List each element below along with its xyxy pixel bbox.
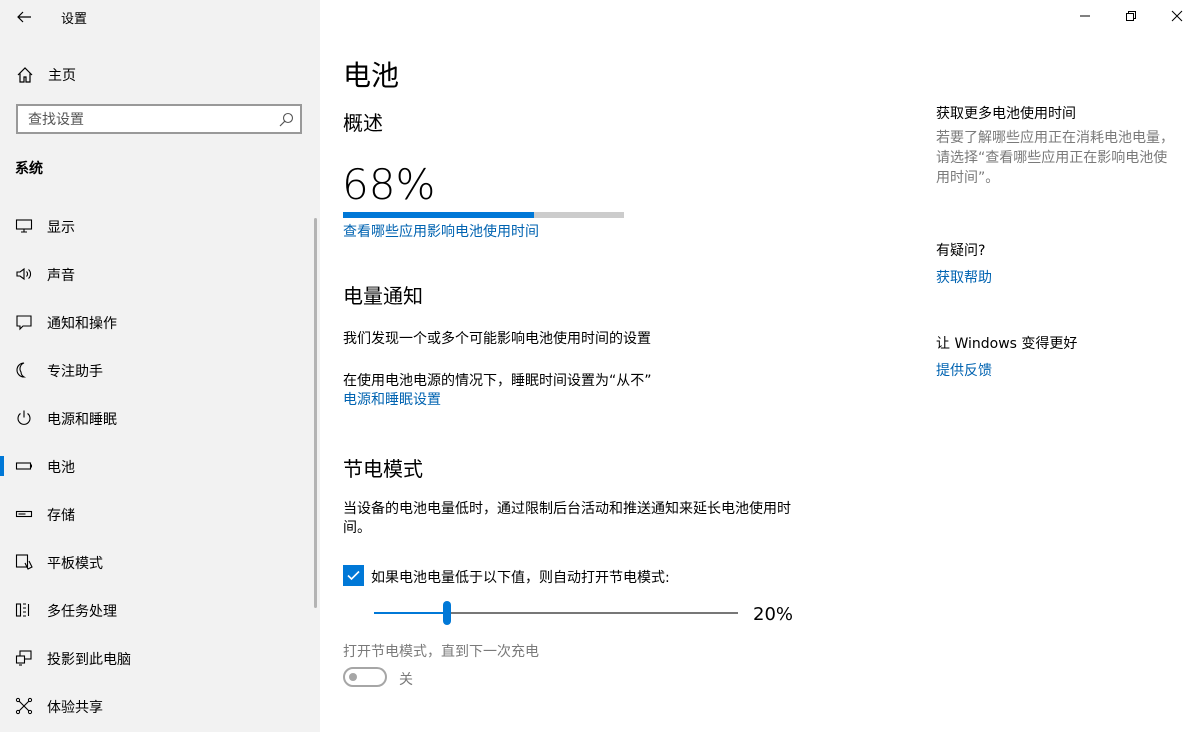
slider-fill	[374, 612, 447, 614]
sidebar-item-label: 体验共享	[47, 700, 103, 716]
search-box[interactable]	[16, 104, 302, 134]
display-icon	[15, 219, 33, 233]
question-title: 有疑问?	[936, 243, 986, 259]
home-nav-item[interactable]: 主页	[0, 60, 320, 88]
slider-value: 20%	[753, 604, 794, 625]
saver-toggle-caption: 打开节电模式，直到下一次充电	[343, 644, 539, 660]
app-title: 设置	[61, 12, 88, 27]
notification-line-2: 在使用电池电源的情况下，睡眠时间设置为“从不”	[343, 373, 652, 389]
sidebar-item-multitasking[interactable]: 多任务处理	[0, 586, 320, 634]
sidebar-item-storage[interactable]: 存储	[0, 490, 320, 538]
sidebar: 设置 主页 系统 显示 声音	[0, 0, 320, 732]
battery-icon	[15, 462, 32, 470]
sidebar-item-projecting[interactable]: 投影到此电脑	[0, 634, 320, 682]
storage-icon	[15, 510, 33, 518]
sidebar-item-label: 显示	[47, 220, 75, 236]
section-title: 系统	[15, 161, 43, 177]
sidebar-item-focus-assist[interactable]: 专注助手	[0, 346, 320, 394]
active-indicator	[0, 456, 4, 476]
sidebar-item-sound[interactable]: 声音	[0, 250, 320, 298]
sidebar-item-notifications[interactable]: 通知和操作	[0, 298, 320, 346]
more-battery-title: 获取更多电池使用时间	[936, 106, 1076, 122]
notification-icon	[16, 315, 32, 331]
sidebar-item-power-sleep[interactable]: 电源和睡眠	[0, 394, 320, 442]
toggle-knob	[349, 673, 357, 681]
sidebar-item-tablet-mode[interactable]: 平板模式	[0, 538, 320, 586]
sound-icon	[16, 267, 31, 281]
sidebar-item-label: 专注助手	[47, 364, 103, 380]
power-sleep-link[interactable]: 电源和睡眠设置	[343, 389, 441, 409]
saver-threshold-slider[interactable]	[374, 601, 738, 625]
sidebar-item-battery[interactable]: 电池	[0, 442, 320, 490]
search-icon[interactable]	[278, 112, 294, 128]
sidebar-item-shared-experiences[interactable]: 体验共享	[0, 682, 320, 730]
back-arrow-icon	[17, 11, 31, 23]
notification-line-1: 我们发现一个或多个可能影响电池使用时间的设置	[343, 331, 651, 347]
home-label: 主页	[48, 68, 76, 84]
battery-saver-heading: 节电模式	[343, 457, 423, 481]
sidebar-item-label: 多任务处理	[47, 604, 117, 620]
battery-progress-bar	[343, 212, 624, 218]
restore-icon	[1126, 11, 1136, 21]
shared-experiences-icon	[15, 697, 33, 715]
sidebar-item-label: 投影到此电脑	[47, 652, 131, 668]
battery-saver-toggle[interactable]	[343, 667, 387, 687]
projecting-icon	[15, 650, 32, 666]
power-icon	[17, 410, 31, 425]
battery-saver-description: 当设备的电池电量低时，通过限制后台活动和推送通知来延长电池使用时间。	[343, 501, 791, 536]
slider-thumb[interactable]	[442, 601, 451, 625]
minimize-button[interactable]	[1062, 0, 1108, 32]
close-icon	[1171, 10, 1183, 22]
app-usage-link[interactable]: 查看哪些应用影响电池使用时间	[343, 221, 539, 241]
page-title: 电池	[343, 59, 400, 92]
moon-icon	[16, 362, 27, 378]
sidebar-item-label: 电池	[47, 460, 75, 476]
get-help-link[interactable]: 获取帮助	[936, 267, 992, 287]
sidebar-item-label: 平板模式	[47, 556, 103, 572]
tablet-mode-icon	[15, 554, 33, 570]
battery-percent: 68%	[342, 160, 436, 209]
notifications-heading: 电量通知	[343, 284, 423, 308]
sidebar-item-label: 通知和操作	[47, 316, 117, 332]
sidebar-item-label: 电源和睡眠	[47, 412, 117, 428]
auto-saver-checkbox[interactable]	[343, 565, 364, 586]
checkmark-icon	[347, 570, 360, 581]
minimize-icon	[1080, 15, 1090, 17]
sidebar-nav: 显示 声音 通知和操作 专注助手 电源和睡眠 电池 存储 平板模式 多任务处理 …	[0, 202, 320, 730]
more-battery-text: 若要了解哪些应用正在消耗电池电量，请选择“查看哪些应用正在影响电池使用时间”。	[936, 130, 1174, 186]
auto-saver-checkbox-label[interactable]: 如果电池电量低于以下值，则自动打开节电模式:	[371, 567, 670, 587]
close-button[interactable]	[1154, 0, 1200, 32]
battery-progress-fill	[343, 212, 535, 218]
improve-windows-title: 让 Windows 变得更好	[936, 336, 1078, 352]
sidebar-scrollbar[interactable]	[314, 218, 317, 608]
toggle-state-label: 关	[399, 672, 413, 688]
sidebar-item-label: 声音	[47, 268, 75, 284]
home-icon	[17, 67, 33, 83]
restore-button[interactable]	[1108, 0, 1154, 32]
feedback-link[interactable]: 提供反馈	[936, 360, 992, 380]
back-button[interactable]	[12, 5, 36, 29]
multitasking-icon	[15, 603, 30, 617]
search-input[interactable]	[26, 110, 270, 130]
sidebar-item-display[interactable]: 显示	[0, 202, 320, 250]
overview-heading: 概述	[343, 111, 383, 135]
sidebar-item-label: 存储	[47, 508, 75, 524]
